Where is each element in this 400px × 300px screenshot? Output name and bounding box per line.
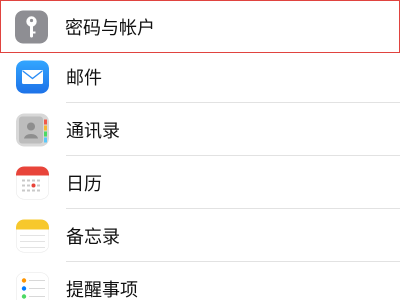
settings-item-calendar[interactable]: 日历: [0, 156, 400, 209]
settings-item-label: 提醒事项: [66, 279, 138, 300]
settings-item-label: 日历: [66, 173, 102, 195]
notes-icon: [16, 219, 49, 252]
settings-item-label: 密码与帐户: [65, 17, 155, 39]
settings-item-notes[interactable]: 备忘录: [0, 209, 400, 262]
settings-item-contacts[interactable]: 通讯录: [0, 103, 400, 156]
settings-item-label: 通讯录: [66, 120, 120, 142]
settings-item-mail[interactable]: 邮件: [0, 50, 400, 103]
key-icon: [15, 10, 48, 43]
contacts-icon: [16, 113, 49, 146]
reminders-icon: [16, 272, 49, 300]
settings-item-passwords-accounts[interactable]: 密码与帐户: [0, 0, 400, 53]
settings-item-reminders[interactable]: 提醒事项: [0, 262, 400, 300]
mail-icon: [16, 60, 49, 93]
calendar-icon: [16, 166, 49, 199]
settings-item-label: 邮件: [66, 67, 102, 89]
settings-list: 密码与帐户 邮件 通讯录 日历 备忘录 提醒事项: [0, 0, 400, 300]
settings-item-label: 备忘录: [66, 226, 120, 248]
